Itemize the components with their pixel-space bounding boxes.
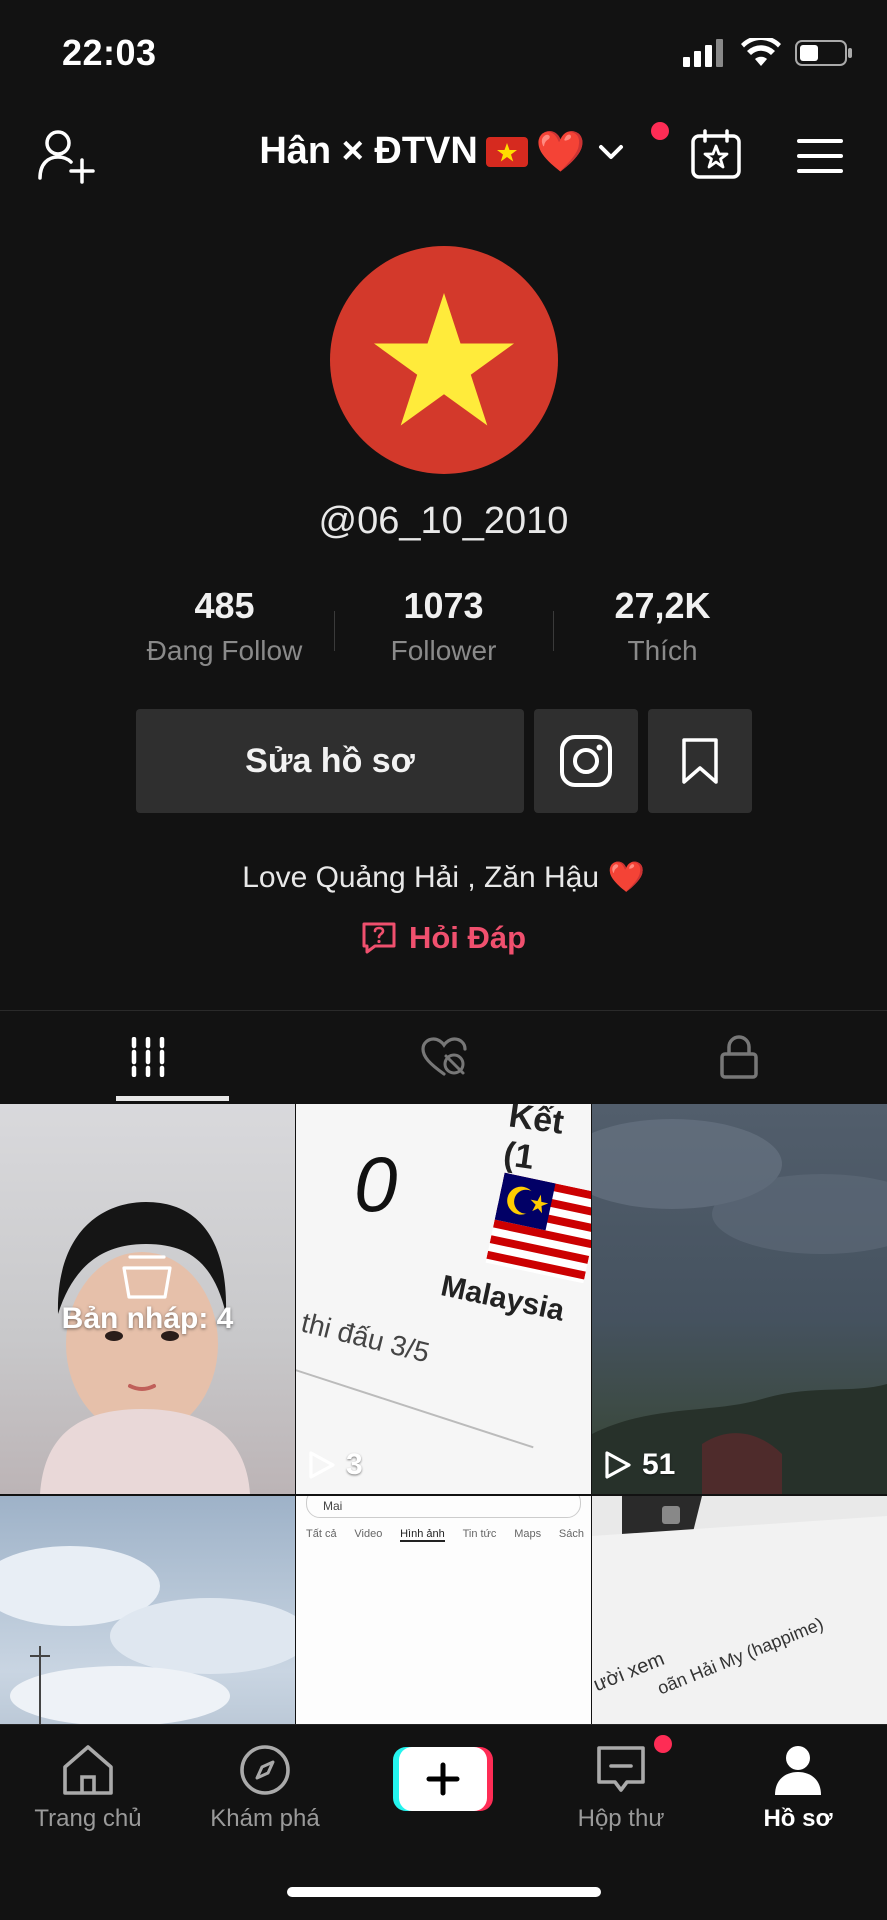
calendar-star-icon[interactable] [690, 128, 742, 180]
bio-text: Love Quảng Hải , Zăn Hậu [242, 861, 600, 894]
profile-bio: Love Quảng Hải , Zăn Hậu ❤️ [0, 860, 887, 895]
star-icon [374, 293, 514, 426]
play-count-value: 3 [346, 1448, 363, 1481]
profile-icon [775, 1746, 821, 1795]
malaysia-flag-image [485, 1172, 591, 1284]
play-count: 51 [604, 1448, 675, 1482]
instagram-icon [560, 735, 612, 787]
thumb-search-bar: Mai [306, 1496, 581, 1518]
active-tab-indicator [116, 1096, 229, 1101]
nav-discover[interactable]: Khám phá [190, 1739, 340, 1833]
qa-link[interactable]: Hỏi Đáp [0, 920, 887, 956]
thumb-search-tab: Maps [514, 1528, 542, 1540]
profile-actions: Sửa hồ sơ [136, 709, 752, 813]
lock-icon [720, 1035, 758, 1079]
nav-inbox-label: Hộp thư [577, 1805, 665, 1832]
menu-icon[interactable] [797, 136, 843, 176]
tab-private[interactable] [591, 1011, 887, 1103]
home-icon [63, 1745, 113, 1795]
tab-videos[interactable] [0, 1011, 296, 1103]
status-time: 22:03 [62, 32, 157, 73]
instagram-button[interactable] [534, 709, 638, 813]
video-tile[interactable]: Kết (1 0 Malaysia thi đấu 3/5 3 [296, 1104, 591, 1494]
stat-followers[interactable]: 1073 Follower [334, 585, 553, 675]
thumb-search-tab: Tin tức [462, 1528, 497, 1540]
following-label: Đang Follow [146, 635, 303, 666]
home-indicator[interactable] [287, 1887, 601, 1897]
video-tile[interactable]: 51 [592, 1104, 887, 1494]
profile-avatar[interactable] [330, 246, 558, 474]
bookmark-icon [682, 738, 718, 784]
nav-home[interactable]: Trang chủ [13, 1739, 163, 1833]
thumb-search-tabs: Tất cả Video Hình ảnh Tin tức Maps Sách [306, 1528, 584, 1542]
create-video-button[interactable] [393, 1747, 493, 1811]
hidden-heart-icon [420, 1037, 467, 1076]
thumb-search-tab: Video [354, 1528, 383, 1540]
nav-discover-label: Khám phá [210, 1805, 320, 1832]
question-bubble-icon [362, 922, 396, 954]
compass-icon [240, 1745, 290, 1795]
nav-inbox[interactable]: Hộp thư [546, 1739, 696, 1833]
thumb-search-tab: Tất cả [306, 1528, 337, 1540]
chevron-down-icon[interactable] [594, 135, 628, 169]
nav-profile[interactable]: Hồ sơ [723, 1739, 873, 1833]
tab-liked[interactable] [296, 1011, 592, 1103]
battery-icon [795, 40, 852, 66]
profile-stats: 485 Đang Follow 1073 Follower 27,2K Thíc… [115, 585, 772, 675]
thumb-text: Malaysia [438, 1269, 568, 1328]
drafts-tile[interactable]: Bản nháp: 4 [0, 1104, 295, 1494]
thumb-search-tab: Hình ảnh [400, 1528, 445, 1542]
profile-tabs [0, 1011, 887, 1103]
favorites-button[interactable] [648, 709, 752, 813]
top-nav: Hân × ĐTVN ❤️ [0, 110, 887, 200]
sky-thumbnail [592, 1119, 887, 1494]
followers-count: 1073 [403, 585, 484, 626]
stat-likes[interactable]: 27,2K Thích [553, 585, 772, 675]
drafts-label: Bản nháp: 4 [61, 1302, 234, 1335]
play-icon [309, 1451, 335, 1479]
followers-label: Follower [390, 635, 497, 666]
nav-profile-label: Hồ sơ [763, 1805, 833, 1832]
account-notification-dot [651, 122, 669, 140]
grid-icon [131, 1037, 165, 1077]
heart-emoji: ❤️ [535, 130, 586, 174]
thumb-text: thi đấu 3/5 [298, 1306, 433, 1369]
account-name: Hân × ĐTVN [259, 130, 478, 172]
thumb-text: 0 [354, 1140, 398, 1228]
heart-emoji: ❤️ [607, 861, 645, 894]
thumb-text: Kết (1 [501, 1104, 567, 1177]
vietnam-flag-emoji [485, 136, 528, 167]
likes-count: 27,2K [614, 585, 711, 626]
nav-home-label: Trang chủ [34, 1805, 142, 1832]
edit-profile-button[interactable]: Sửa hồ sơ [136, 709, 524, 813]
thumb-search-query: Mai [323, 1499, 343, 1513]
drafts-icon [122, 1255, 172, 1299]
status-icons [683, 38, 853, 68]
thumb-line [296, 1366, 534, 1449]
wifi-icon [741, 38, 781, 66]
stat-following[interactable]: 485 Đang Follow [115, 585, 334, 675]
inbox-icon [597, 1746, 645, 1792]
signal-icon [683, 39, 723, 67]
likes-label: Thích [627, 635, 698, 666]
thumb-search-tab: Sách [558, 1528, 584, 1540]
qa-label: Hỏi Đáp [408, 920, 527, 955]
play-count-value: 51 [642, 1448, 676, 1481]
play-icon [605, 1451, 631, 1479]
status-bar: 22:03 [0, 0, 887, 100]
play-count: 3 [308, 1448, 363, 1482]
following-count: 485 [194, 585, 255, 626]
account-switcher[interactable]: Hân × ĐTVN ❤️ [0, 128, 887, 175]
profile-username: @06_10_2010 [318, 500, 569, 542]
inbox-notification-dot [654, 1735, 672, 1753]
